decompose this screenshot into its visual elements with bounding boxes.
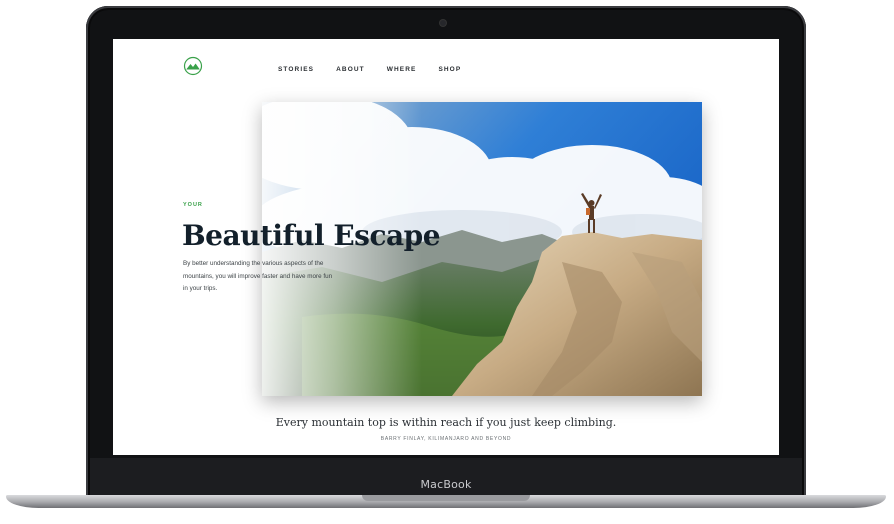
camera-icon (440, 20, 446, 26)
device-brand-label: MacBook (420, 478, 472, 491)
nav-where[interactable]: WHERE (387, 66, 417, 73)
mountain-circle-icon[interactable] (183, 56, 203, 76)
hero-title: Beautiful Escape (182, 219, 441, 252)
hero-description: By better understanding the various aspe… (183, 260, 333, 293)
browser-screen: STORIES ABOUT WHERE SHOP YOUR Beautiful … (113, 39, 779, 455)
nav-about[interactable]: ABOUT (336, 66, 365, 73)
hero-eyebrow: YOUR (183, 202, 203, 208)
laptop-notch (362, 495, 530, 501)
quote-text: Every mountain top is within reach if yo… (275, 416, 617, 429)
nav-shop[interactable]: SHOP (438, 66, 461, 73)
quote-author: BARRY FINLAY, KILIMANJARO AND BEYOND (380, 436, 512, 442)
main-nav: STORIES ABOUT WHERE SHOP (278, 66, 483, 73)
nav-stories[interactable]: STORIES (278, 66, 314, 73)
